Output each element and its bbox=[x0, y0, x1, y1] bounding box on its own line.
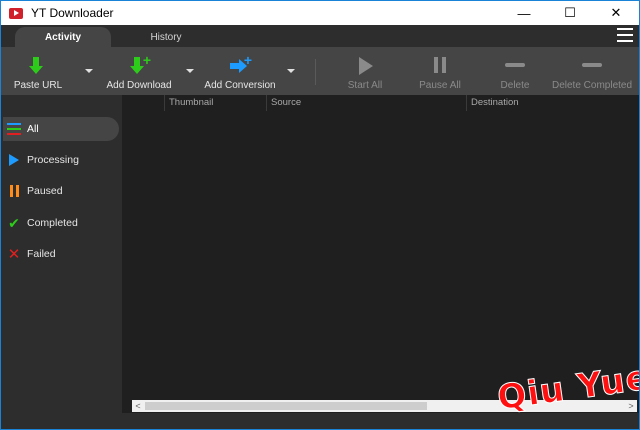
window-title: YT Downloader bbox=[31, 6, 114, 20]
add-download-button[interactable]: + Add Download bbox=[105, 47, 173, 95]
minus-icon bbox=[503, 55, 527, 77]
paste-url-dropdown-icon[interactable] bbox=[85, 69, 93, 73]
tab-history[interactable]: History bbox=[121, 27, 211, 47]
scroll-right-icon[interactable]: > bbox=[625, 400, 637, 412]
paste-url-button[interactable]: Paste URL bbox=[9, 47, 67, 95]
title-bar: YT Downloader — ☐ ✕ bbox=[0, 0, 640, 25]
delete-button[interactable]: Delete bbox=[495, 47, 535, 95]
downloads-list[interactable]: Thumbnail Source Destination < > bbox=[122, 95, 639, 413]
tab-bar: Activity History bbox=[1, 25, 639, 47]
sidebar: All Processing Paused ✔ Completed ✕ Fail… bbox=[1, 95, 122, 413]
sidebar-item-label: Completed bbox=[27, 217, 78, 229]
close-button[interactable]: ✕ bbox=[593, 1, 639, 25]
delete-completed-label: Delete Completed bbox=[551, 80, 633, 91]
check-icon: ✔ bbox=[8, 214, 20, 231]
paste-url-label: Paste URL bbox=[13, 80, 63, 91]
menu-icon[interactable] bbox=[617, 28, 633, 42]
add-conversion-dropdown-icon[interactable] bbox=[287, 69, 295, 73]
sidebar-item-processing[interactable]: Processing bbox=[3, 148, 119, 172]
sidebar-item-all[interactable]: All bbox=[3, 117, 119, 141]
maximize-button[interactable]: ☐ bbox=[547, 1, 593, 25]
minus-icon bbox=[580, 55, 604, 77]
delete-label: Delete bbox=[500, 80, 530, 91]
add-download-dropdown-icon[interactable] bbox=[186, 69, 194, 73]
start-all-label: Start All bbox=[347, 80, 383, 91]
sidebar-item-label: Failed bbox=[27, 248, 56, 260]
download-arrow-icon bbox=[26, 55, 50, 77]
add-download-icon: + bbox=[127, 53, 151, 77]
x-icon: ✕ bbox=[7, 246, 21, 263]
toolbar-separator bbox=[315, 59, 316, 85]
tab-activity[interactable]: Activity bbox=[15, 27, 111, 47]
sidebar-item-label: Paused bbox=[27, 185, 63, 197]
add-conversion-button[interactable]: + Add Conversion bbox=[204, 47, 276, 95]
play-icon bbox=[7, 153, 21, 167]
sidebar-item-label: Processing bbox=[27, 154, 79, 166]
minimize-button[interactable]: — bbox=[501, 1, 547, 25]
pause-icon bbox=[7, 184, 21, 198]
scrollbar-thumb[interactable] bbox=[145, 402, 427, 410]
window-controls: — ☐ ✕ bbox=[501, 1, 639, 25]
column-header-destination[interactable]: Destination bbox=[466, 95, 639, 111]
play-icon bbox=[353, 55, 377, 77]
pause-icon bbox=[428, 55, 452, 77]
add-download-label: Add Download bbox=[106, 80, 172, 91]
start-all-button[interactable]: Start All bbox=[341, 47, 389, 95]
column-header-thumbnail[interactable]: Thumbnail bbox=[164, 95, 266, 111]
add-conversion-label: Add Conversion bbox=[204, 80, 276, 91]
sidebar-item-completed[interactable]: ✔ Completed bbox=[3, 211, 119, 235]
list-icon bbox=[7, 122, 21, 136]
delete-completed-button[interactable]: Delete Completed bbox=[551, 47, 633, 95]
sidebar-item-label: All bbox=[27, 123, 39, 135]
sidebar-item-paused[interactable]: Paused bbox=[3, 179, 119, 203]
toolbar: Paste URL + Add Download + Add Conversio… bbox=[1, 47, 639, 95]
scroll-left-icon[interactable]: < bbox=[132, 400, 144, 412]
app-logo-icon bbox=[9, 7, 23, 19]
pause-all-button[interactable]: Pause All bbox=[415, 47, 465, 95]
column-header-source[interactable]: Source bbox=[266, 95, 466, 111]
pause-all-label: Pause All bbox=[419, 80, 461, 91]
add-conversion-icon: + bbox=[228, 53, 252, 77]
status-bar bbox=[1, 413, 639, 429]
sidebar-item-failed[interactable]: ✕ Failed bbox=[3, 242, 119, 266]
table-header: Thumbnail Source Destination bbox=[122, 95, 639, 111]
